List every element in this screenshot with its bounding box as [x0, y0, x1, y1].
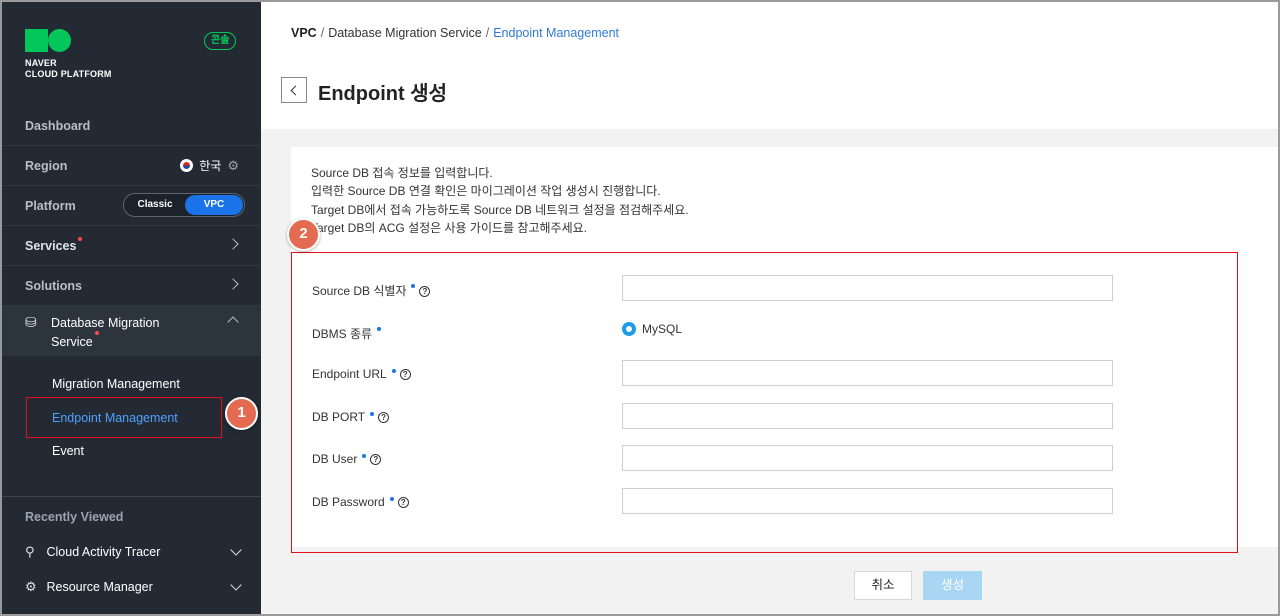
sidebar-divider	[2, 496, 261, 497]
back-button[interactable]	[281, 77, 307, 103]
recently-viewed-title: Recently Viewed	[25, 510, 124, 524]
info-line: Target DB에서 접속 가능하도록 Source DB 네트워크 설정을 …	[311, 202, 689, 217]
korea-flag-icon	[180, 159, 194, 172]
dbms-type-label: DBMS 종류	[312, 327, 373, 341]
help-icon[interactable]: ?	[378, 412, 390, 424]
database-migration-icon: ⛁	[25, 314, 37, 330]
platform-option-vpc[interactable]: VPC	[185, 195, 243, 215]
info-line: 입력한 Source DB 연결 확인은 마이그레이션 작업 생성시 진행합니다…	[311, 184, 661, 199]
db-port-input[interactable]	[622, 403, 1113, 429]
header: VPC / Database Migration Service / Endpoint …	[261, 2, 1278, 129]
sidebar-item-database-migration-service[interactable]: ⛁ Database Migration Service	[2, 306, 261, 356]
breadcrumb-vpc[interactable]: VPC	[291, 26, 317, 40]
db-port-label: DB PORT	[312, 410, 366, 424]
console-badge[interactable]: 콘솔	[204, 32, 237, 50]
sidebar-subitem-migration-management[interactable]: Migration Management	[52, 377, 180, 391]
source-db-id-input[interactable]	[622, 275, 1113, 301]
info-description: Source DB 접속 정보를 입력합니다. 입력한 Source DB 연결…	[311, 164, 689, 237]
new-dot-icon	[78, 236, 83, 241]
breadcrumb: VPC / Database Migration Service / Endpoint …	[291, 26, 619, 40]
form-row-endpoint-url: Endpoint URL?	[292, 360, 1239, 390]
dbms-radio-mysql[interactable]: MySQL	[622, 322, 682, 336]
form-row-dbms-type: DBMS 종류 MySQL	[292, 318, 1239, 348]
gear-icon[interactable]: ⚙	[227, 158, 239, 174]
activity-tracer-icon: ⚲	[25, 544, 35, 559]
sidebar-item-dashboard[interactable]: Dashboard	[2, 106, 261, 146]
sidebar-region[interactable]: Region 한국 ⚙	[2, 146, 261, 186]
form-row-db-port: DB PORT?	[292, 403, 1239, 433]
required-dot-icon	[411, 284, 416, 288]
db-user-label: DB User	[312, 452, 358, 466]
endpoint-url-input[interactable]	[622, 360, 1113, 386]
highlight-box-form: Source DB 식별자? DBMS 종류 MySQL Endpoint UR…	[291, 252, 1238, 553]
endpoint-url-label: Endpoint URL	[312, 367, 387, 381]
recent-item-resource-manager[interactable]: ⚙ Resource Manager	[25, 579, 245, 595]
platform-label: Platform	[25, 198, 76, 213]
db-password-label: DB Password	[312, 495, 385, 509]
sidebar: NAVER CLOUD PLATFORM 콘솔 Dashboard Region…	[2, 2, 261, 614]
db-password-input[interactable]	[622, 488, 1113, 514]
recent-item-label: Cloud Activity Tracer	[46, 545, 161, 559]
services-text: Services	[25, 238, 77, 253]
dbms-option-label: MySQL	[642, 322, 683, 336]
chevron-down-icon[interactable]	[230, 579, 242, 591]
page-title: Endpoint 생성	[318, 83, 447, 105]
form-row-source-db-id: Source DB 식별자?	[292, 275, 1239, 305]
info-line: Source DB 접속 정보를 입력합니다.	[311, 166, 493, 180]
sidebar-item-solutions[interactable]: Solutions	[2, 266, 261, 306]
sidebar-subitem-event[interactable]: Event	[52, 444, 84, 458]
help-icon[interactable]: ?	[399, 369, 411, 381]
dms-title-line1: Database Migration	[51, 316, 160, 330]
chevron-up-icon	[227, 316, 239, 328]
solutions-label: Solutions	[25, 278, 82, 293]
required-dot-icon	[391, 369, 396, 373]
chevron-right-icon	[227, 238, 239, 250]
content-area: Source DB 접속 정보를 입력합니다. 입력한 Source DB 연결…	[261, 129, 1278, 614]
logo-text-line2: CLOUD PLATFORM	[25, 69, 112, 79]
logo-mark-icon	[25, 29, 112, 52]
naver-cloud-logo[interactable]: NAVER CLOUD PLATFORM	[25, 29, 112, 80]
resource-manager-icon: ⚙	[25, 579, 37, 594]
step-badge-2: 2	[287, 218, 320, 251]
main-content: VPC / Database Migration Service / Endpoint …	[261, 2, 1278, 614]
cancel-button[interactable]: 취소	[854, 571, 912, 600]
help-icon[interactable]: ?	[370, 454, 382, 466]
services-label: Services	[25, 236, 83, 253]
chevron-down-icon[interactable]	[230, 544, 242, 556]
source-db-id-label: Source DB 식별자	[312, 284, 407, 298]
recent-item-label: Resource Manager	[46, 580, 153, 594]
required-dot-icon	[370, 412, 375, 416]
required-dot-icon	[377, 327, 382, 331]
region-value: 한국	[199, 159, 222, 173]
app-window: NAVER CLOUD PLATFORM 콘솔 Dashboard Region…	[0, 0, 1280, 616]
form-row-db-password: DB Password?	[292, 488, 1239, 518]
platform-toggle[interactable]: Classic VPC	[123, 193, 245, 217]
help-icon[interactable]: ?	[419, 286, 431, 298]
step-badge-1: 1	[225, 397, 258, 430]
sidebar-item-services[interactable]: Services	[2, 226, 261, 266]
dms-title-line2: Service	[51, 335, 93, 349]
form-card: Source DB 접속 정보를 입력합니다. 입력한 Source DB 연결…	[291, 147, 1278, 553]
help-icon[interactable]: ?	[397, 497, 409, 509]
sidebar-subitem-endpoint-management[interactable]: Endpoint Management	[52, 411, 178, 425]
radio-selected-icon[interactable]	[622, 322, 636, 336]
breadcrumb-current[interactable]: Endpoint Management	[493, 26, 619, 40]
region-label: Region	[25, 158, 68, 173]
chevron-right-icon	[227, 278, 239, 290]
recent-item-cloud-activity-tracer[interactable]: ⚲ Cloud Activity Tracer	[25, 544, 245, 560]
db-user-input[interactable]	[622, 445, 1113, 471]
dashboard-label: Dashboard	[25, 118, 91, 133]
form-row-db-user: DB User?	[292, 445, 1239, 475]
create-button[interactable]: 생성	[923, 571, 982, 600]
info-line: Target DB의 ACG 설정은 사용 가이드를 참고해주세요.	[311, 220, 588, 235]
breadcrumb-dms[interactable]: Database Migration Service	[328, 26, 482, 40]
required-dot-icon	[362, 454, 367, 458]
required-dot-icon	[389, 497, 394, 501]
platform-option-classic[interactable]: Classic	[124, 194, 186, 216]
logo-text-line1: NAVER	[25, 58, 57, 68]
new-dot-icon	[94, 331, 99, 335]
